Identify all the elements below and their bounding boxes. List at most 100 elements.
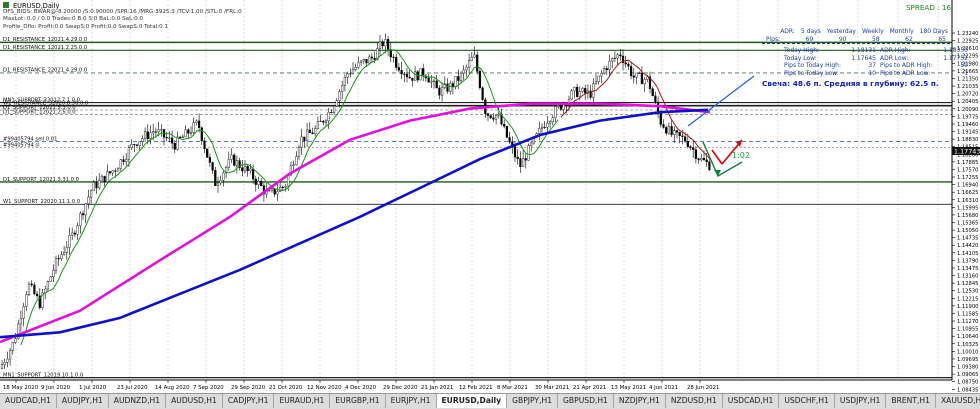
chart-tab[interactable]: AUDNZD,H1 xyxy=(109,394,167,408)
ma-mid-magenta-line xyxy=(0,102,711,344)
candle-body xyxy=(516,156,519,159)
info-line-2: MaxLot: 0.0 / 0.0 Trades:0 B:0 S:0 BaL:0… xyxy=(3,16,143,22)
chart-tab[interactable]: AUDJPY,H1 xyxy=(57,394,109,408)
candle-body xyxy=(327,112,330,122)
candle-body xyxy=(540,127,544,129)
candle-body xyxy=(538,128,541,134)
candle-body xyxy=(192,122,195,133)
chart-tab[interactable]: EURAUD,H1 xyxy=(274,394,331,408)
candle-body xyxy=(441,87,444,96)
adr-row: Pips to Today Low: 10 Pips to ADR Low: -1 xyxy=(784,69,968,78)
chart-tab[interactable]: AUDCAD,H1 xyxy=(0,394,57,408)
candle-body xyxy=(103,175,106,183)
date-tick-label: 29 Sep 2020 xyxy=(231,385,266,391)
candle-body xyxy=(260,180,263,187)
candle-body xyxy=(57,258,60,260)
candle-body xyxy=(200,127,203,142)
price-tick-label: 1.15365 xyxy=(957,221,978,227)
candle-body xyxy=(665,127,668,134)
price-tick-label: 1.17570 xyxy=(957,167,978,173)
candle-body xyxy=(46,281,49,290)
candle-body xyxy=(530,142,533,146)
candle-body xyxy=(546,122,549,128)
chart-tab[interactable]: USDCHF,H1 xyxy=(779,394,835,408)
candle-body xyxy=(365,58,368,64)
chart-tab[interactable]: NZDUSD,H1 xyxy=(666,394,723,408)
price-tick-label: 1.20405 xyxy=(957,99,978,105)
candle-body xyxy=(79,213,82,226)
candle-body xyxy=(414,71,417,81)
adr-cell: 10 xyxy=(868,69,876,77)
adr-header-row: ADR: 5 days Yesterday Weekly Monthly 180… xyxy=(762,28,950,35)
date-tick-label: 12 Nov 2020 xyxy=(307,385,342,391)
candle-body xyxy=(543,127,546,129)
chart-tab[interactable]: NZDJPY,H1 xyxy=(614,394,666,408)
chart-tab[interactable]: BRENT,H1 xyxy=(886,394,936,408)
candle-body xyxy=(346,73,349,78)
date-tick-label: 28 Jun 2021 xyxy=(687,385,719,391)
candle-body xyxy=(157,129,160,132)
candle-body xyxy=(60,254,63,259)
adr-cell: ADR High: xyxy=(880,47,911,54)
date-tick-label: 13 May 2021 xyxy=(611,385,646,391)
price-tick-label: 1.20090 xyxy=(957,107,978,113)
chart-tab[interactable]: USDCAD,H1 xyxy=(723,394,780,408)
chart-tab[interactable]: EURGBP,H1 xyxy=(330,394,386,408)
price-tick-label: 1.20720 xyxy=(957,92,978,98)
date-axis: 18 May 2020 9 Jun 2020 1 Jul 2020 23 Jul 20… xyxy=(3,380,719,391)
price-tick-label: 1.13790 xyxy=(957,258,978,264)
candle-body xyxy=(605,68,608,71)
chart-tab[interactable]: EURUSD,Daily xyxy=(436,394,508,408)
candle-body xyxy=(684,136,687,142)
chart-tab[interactable]: CADJPY,H1 xyxy=(223,394,275,408)
candle-body xyxy=(692,147,695,150)
ma-fast-green-line xyxy=(20,49,559,346)
adr-cell: 1.18350 xyxy=(943,47,968,54)
candle-body xyxy=(222,172,225,181)
adr-cell: Pips to ADR Low: xyxy=(880,69,931,77)
candle-body xyxy=(646,76,649,80)
adr-row: Today Low: 1.17645 ADR Low: 1.17752 xyxy=(784,55,968,63)
candle-body xyxy=(52,270,55,278)
candle-body xyxy=(700,157,703,161)
candle-body xyxy=(165,137,168,139)
chart-tab[interactable]: GBPUSD,H1 xyxy=(558,394,614,408)
chart-tab[interactable]: USDJPY,H1 xyxy=(835,394,887,408)
adr-header-cell: Weekly xyxy=(861,28,884,35)
candle-body xyxy=(522,158,525,167)
chart-tab[interactable]: XAUUSD,H1 xyxy=(936,394,980,408)
candle-body xyxy=(702,157,706,161)
candle-body xyxy=(254,178,257,185)
chart-area[interactable]: 1.23240 1.22925 1.22610 1.22295 1.21980 1.216… xyxy=(0,0,980,393)
candle-body xyxy=(219,179,222,184)
candle-body xyxy=(497,113,500,116)
price-tick-label: 1.15995 xyxy=(957,205,978,211)
candle-body xyxy=(697,158,700,161)
chart-menu-icon[interactable] xyxy=(3,2,9,8)
adr-cell: Pips to Today Low: xyxy=(784,69,839,77)
price-tick-label: 1.23240 xyxy=(957,31,978,37)
candle-body xyxy=(465,66,468,71)
candle-body xyxy=(295,156,298,165)
trendline-blue[interactable] xyxy=(687,75,755,127)
candle-body xyxy=(279,186,282,192)
chart-tab[interactable]: EURJPY,H1 xyxy=(386,394,437,408)
date-tick-label: 21 Jan 2021 xyxy=(421,385,453,391)
candle-body xyxy=(581,88,584,92)
chart-tab[interactable]: GBPJPY,H1 xyxy=(507,394,559,408)
candle-body xyxy=(0,364,4,369)
adr-pips-cell: 69 xyxy=(805,36,814,43)
candle-body xyxy=(89,190,93,198)
candle-body xyxy=(76,225,79,235)
adr-cell: Pips to Today High: xyxy=(784,62,841,70)
price-tick-label: 1.19145 xyxy=(957,130,978,136)
price-tick-label: 1.21350 xyxy=(957,76,978,82)
candle-body xyxy=(187,129,190,134)
candle-body xyxy=(214,170,217,186)
candle-body xyxy=(116,168,120,172)
chart-tab[interactable]: AUDUSD,H1 xyxy=(166,394,223,408)
adr-cell: 37 xyxy=(868,62,876,70)
candle-body xyxy=(503,123,506,127)
candle-body xyxy=(251,168,255,180)
candle-body xyxy=(243,166,247,172)
